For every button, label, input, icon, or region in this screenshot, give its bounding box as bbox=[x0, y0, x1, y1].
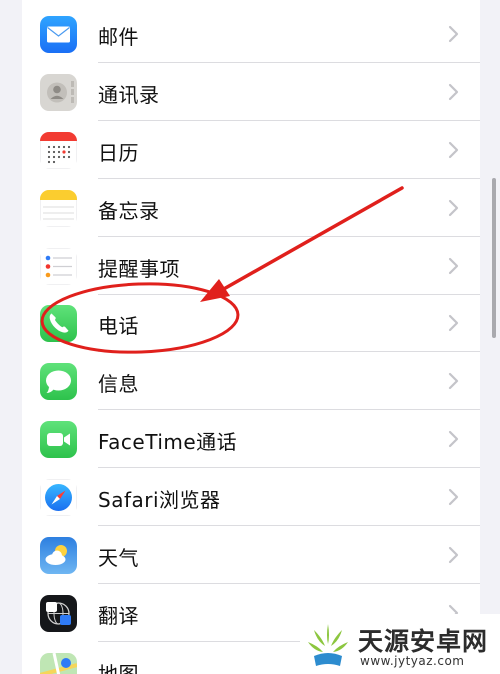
messages-icon bbox=[40, 363, 77, 400]
settings-item-notes[interactable]: 备忘录 bbox=[22, 179, 480, 237]
chevron-right-icon bbox=[448, 314, 459, 332]
watermark-title: 天源安卓网 bbox=[358, 627, 489, 656]
settings-item-contacts[interactable]: 通讯录 bbox=[22, 63, 480, 121]
settings-item-label: 地图 bbox=[98, 662, 139, 674]
chevron-right-icon bbox=[448, 546, 459, 564]
watermark-url: www.jytyaz.com bbox=[360, 654, 465, 668]
chevron-right-icon bbox=[448, 372, 459, 390]
settings-item-label: 备忘录 bbox=[98, 199, 160, 223]
settings-item-label: 邮件 bbox=[98, 25, 139, 49]
translate-icon bbox=[40, 595, 77, 632]
settings-item-label: 翻译 bbox=[98, 604, 139, 628]
weather-icon bbox=[40, 537, 77, 574]
chevron-right-icon bbox=[448, 257, 459, 275]
calendar-icon bbox=[40, 132, 77, 169]
settings-item-weather[interactable]: 天气 bbox=[22, 526, 480, 584]
settings-item-reminders[interactable]: 提醒事项 bbox=[22, 237, 480, 295]
contacts-icon bbox=[40, 74, 77, 111]
settings-item-label: 电话 bbox=[98, 314, 139, 338]
maps-icon bbox=[40, 653, 77, 674]
mail-icon bbox=[40, 16, 77, 53]
notes-icon bbox=[40, 190, 77, 227]
facetime-icon bbox=[40, 421, 77, 458]
settings-item-label: 天气 bbox=[98, 546, 139, 570]
settings-item-label: 信息 bbox=[98, 372, 139, 396]
chevron-right-icon bbox=[448, 430, 459, 448]
settings-list: 邮件 通讯录 日历 备忘录 提醒事项 电话 信息 FaceTime通话 Safa… bbox=[22, 0, 480, 674]
reminders-icon bbox=[40, 248, 77, 285]
settings-item-phone[interactable]: 电话 bbox=[22, 294, 480, 352]
settings-item-facetime[interactable]: FaceTime通话 bbox=[22, 410, 480, 468]
chevron-right-icon bbox=[448, 488, 459, 506]
chevron-right-icon bbox=[448, 141, 459, 159]
settings-item-messages[interactable]: 信息 bbox=[22, 352, 480, 410]
chevron-right-icon bbox=[448, 83, 459, 101]
settings-item-label: FaceTime通话 bbox=[98, 430, 238, 454]
settings-item-label: 日历 bbox=[98, 141, 139, 165]
chevron-right-icon bbox=[448, 25, 459, 43]
settings-item-label: 通讯录 bbox=[98, 83, 160, 107]
chevron-right-icon bbox=[448, 199, 459, 217]
settings-item-safari[interactable]: Safari浏览器 bbox=[22, 468, 480, 526]
watermark-logo-icon bbox=[308, 624, 348, 666]
phone-icon bbox=[40, 305, 77, 342]
watermark: 天源安卓网 www.jytyaz.com bbox=[300, 614, 500, 674]
safari-icon bbox=[40, 479, 77, 516]
settings-item-mail[interactable]: 邮件 bbox=[22, 5, 480, 63]
scrollbar[interactable] bbox=[492, 178, 496, 338]
settings-item-label: Safari浏览器 bbox=[98, 488, 221, 512]
settings-item-calendar[interactable]: 日历 bbox=[22, 121, 480, 179]
settings-item-label: 提醒事项 bbox=[98, 257, 180, 281]
